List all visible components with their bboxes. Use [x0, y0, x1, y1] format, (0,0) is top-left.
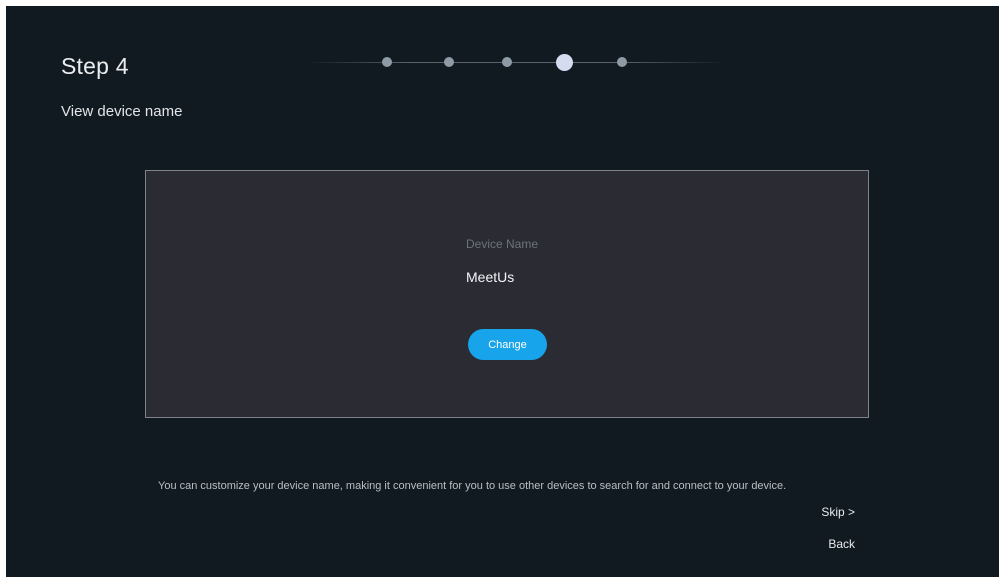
hint-text: You can customize your device name, maki…: [158, 480, 787, 492]
device-name-panel: Device Name MeetUs Change: [145, 170, 869, 418]
step-progress-indicator: [306, 46, 726, 76]
step-dot-3: [502, 57, 512, 67]
change-device-name-button[interactable]: Change: [468, 329, 547, 360]
device-name-label: Device Name: [466, 237, 539, 251]
step-progress-line: [306, 62, 726, 63]
back-button[interactable]: Back: [828, 537, 855, 551]
skip-button[interactable]: Skip >: [821, 505, 855, 519]
step-subtitle: View device name: [61, 103, 183, 120]
setup-screen: Step 4 View device name Device Name Meet…: [6, 6, 999, 577]
step-dot-2: [444, 57, 454, 67]
step-dot-4-current: [556, 54, 573, 71]
step-dot-1: [382, 57, 392, 67]
step-title: Step 4: [61, 53, 129, 79]
step-dot-5: [617, 57, 627, 67]
device-name-value: MeetUs: [466, 269, 515, 285]
